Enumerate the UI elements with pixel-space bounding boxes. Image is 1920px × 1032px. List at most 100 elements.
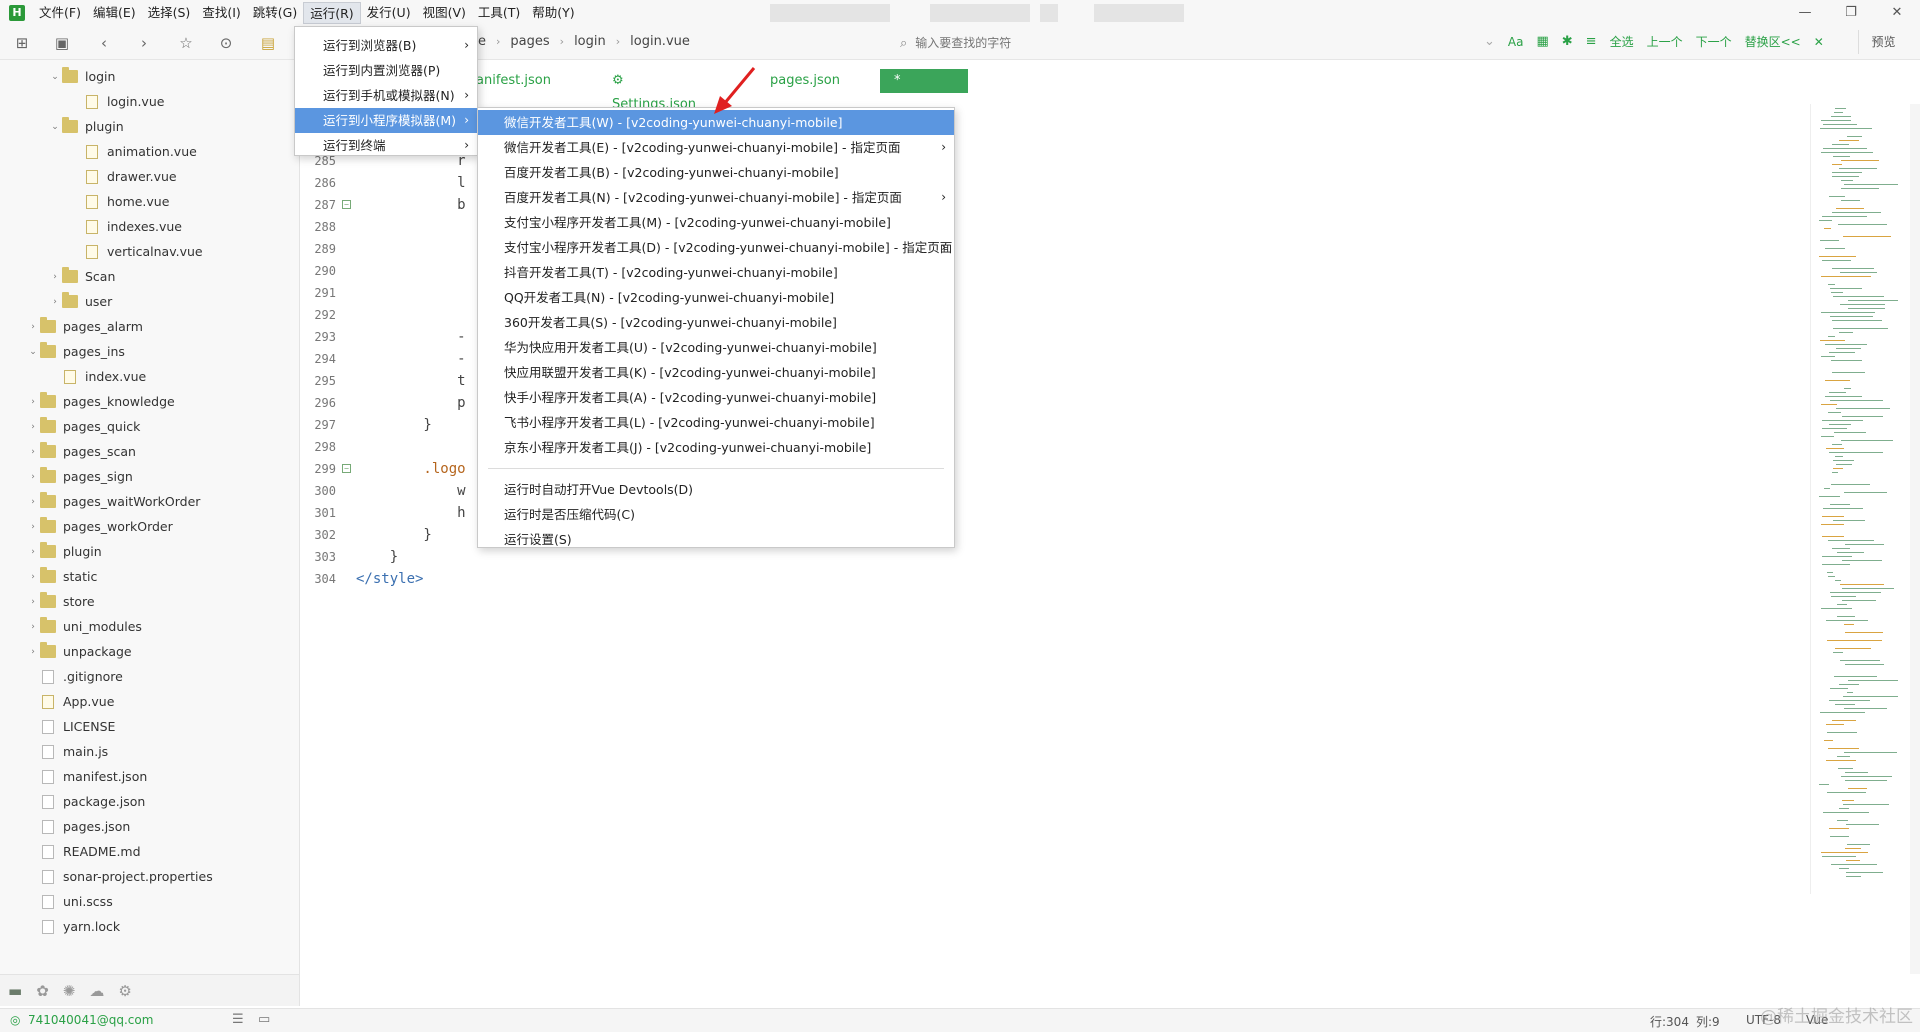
minimap[interactable] <box>1810 104 1910 894</box>
match-case-button[interactable]: Aa <box>1508 35 1524 49</box>
tree-file[interactable]: App.vue <box>26 689 114 714</box>
tree-folder[interactable]: › pages_waitWorkOrder <box>26 489 200 514</box>
close-find-icon[interactable]: ✕ <box>1814 35 1824 49</box>
menu-3[interactable]: 查找(I) <box>196 2 246 24</box>
tab-settings[interactable]: ⚙ Settings.json <box>612 69 696 112</box>
chevron-down-icon[interactable]: ⌄ <box>48 122 62 132</box>
tree-file[interactable]: verticalnav.vue <box>70 239 203 264</box>
tree-folder[interactable]: › pages_alarm <box>26 314 143 339</box>
tree-folder[interactable]: ⌄ pages_ins <box>26 339 125 364</box>
find-next-button[interactable]: 下一个 <box>1696 33 1732 50</box>
mini-program-tool-item[interactable]: 百度开发者工具(B) - [v2coding-yunwei-chuanyi-mo… <box>478 160 954 185</box>
tree-folder[interactable]: › pages_knowledge <box>26 389 175 414</box>
dropdown-icon[interactable]: ⌄ <box>1484 34 1495 49</box>
tree-folder[interactable]: › plugin <box>26 539 102 564</box>
mini-program-tool-item[interactable]: 飞书小程序开发者工具(L) - [v2coding-yunwei-chuanyi… <box>478 410 954 435</box>
project-manager-icon[interactable]: ▬ <box>8 982 22 1000</box>
tree-folder[interactable]: › Scan <box>48 264 115 289</box>
chevron-right-icon[interactable]: › <box>48 297 62 307</box>
tree-file[interactable]: uni.scss <box>26 889 113 914</box>
minimize-icon[interactable]: — <box>1782 0 1828 26</box>
menu-8[interactable]: 工具(T) <box>472 2 526 24</box>
find-prev-button[interactable]: 上一个 <box>1647 33 1683 50</box>
run-option-item[interactable]: 运行时是否压缩代码(C) <box>478 502 954 527</box>
menu-6[interactable]: 发行(U) <box>361 2 417 24</box>
chevron-right-icon[interactable]: › <box>26 622 40 632</box>
tree-file[interactable]: index.vue <box>48 364 146 389</box>
menu-1[interactable]: 编辑(E) <box>87 2 142 24</box>
tree-folder[interactable]: › store <box>26 589 95 614</box>
run-menu-item[interactable]: 运行到浏览器(B) › <box>295 33 477 58</box>
chevron-right-icon[interactable]: › <box>26 572 40 582</box>
tree-folder[interactable]: › pages_sign <box>26 464 133 489</box>
run-option-item[interactable]: 运行时自动打开Vue Devtools(D) <box>478 477 954 502</box>
mini-program-tool-item[interactable]: 抖音开发者工具(T) - [v2coding-yunwei-chuanyi-mo… <box>478 260 954 285</box>
replace-toggle-button[interactable]: 替换区<< <box>1745 33 1801 50</box>
menu-7[interactable]: 视图(V) <box>417 2 472 24</box>
tree-file[interactable]: drawer.vue <box>70 164 177 189</box>
tree-file[interactable]: login.vue <box>70 89 164 114</box>
mini-program-tool-item[interactable]: QQ开发者工具(N) - [v2coding-yunwei-chuanyi-mo… <box>478 285 954 310</box>
mini-program-tool-item[interactable]: 华为快应用开发者工具(U) - [v2coding-yunwei-chuanyi… <box>478 335 954 360</box>
list-icon[interactable]: ☰ <box>232 1012 244 1027</box>
tree-file[interactable]: animation.vue <box>70 139 197 164</box>
close-window-icon[interactable]: ✕ <box>1874 0 1920 26</box>
tree-file[interactable]: .gitignore <box>26 664 123 689</box>
whole-word-icon[interactable]: ▦ <box>1536 34 1548 49</box>
forward-icon[interactable]: › <box>134 33 154 53</box>
new-file-icon[interactable]: ⊞ <box>12 33 32 53</box>
chevron-down-icon[interactable]: ⌄ <box>48 72 62 82</box>
tree-file[interactable]: LICENSE <box>26 714 115 739</box>
breadcrumb-item[interactable]: login.vue <box>630 34 690 49</box>
select-all-button[interactable]: 全选 <box>1610 33 1634 50</box>
debug-icon[interactable]: ✺ <box>63 982 76 1000</box>
find-input[interactable] <box>915 36 1436 50</box>
run-menu-item[interactable]: 运行到手机或模拟器(N) › <box>295 83 477 108</box>
run-option-item[interactable]: 运行设置(S) <box>478 527 954 552</box>
menu-9[interactable]: 帮助(Y) <box>526 2 580 24</box>
breadcrumb-item[interactable]: e <box>478 34 486 49</box>
tab-manifest[interactable]: anifest.json <box>476 69 551 93</box>
tree-file[interactable]: README.md <box>26 839 141 864</box>
tab-login-vue[interactable]: * login.vue <box>880 69 968 112</box>
run-menu-item[interactable]: 运行到终端 › <box>295 133 477 158</box>
vertical-scrollbar[interactable] <box>1910 104 1920 974</box>
star-icon[interactable]: ☆ <box>176 33 196 53</box>
fold-icon[interactable]: − <box>342 464 351 473</box>
tree-folder[interactable]: › static <box>26 564 97 589</box>
mini-program-tool-item[interactable]: 支付宝小程序开发者工具(M) - [v2coding-yunwei-chuany… <box>478 210 954 235</box>
plugin-icon[interactable]: ✿ <box>36 982 49 1000</box>
breadcrumb-item[interactable]: login <box>574 34 606 49</box>
mini-program-tool-item[interactable]: 支付宝小程序开发者工具(D) - [v2coding-yunwei-chuany… <box>478 235 954 260</box>
mini-program-tool-item[interactable]: 360开发者工具(S) - [v2coding-yunwei-chuanyi-m… <box>478 310 954 335</box>
run-icon[interactable]: ⊙ <box>216 33 236 53</box>
tab-pages-json[interactable]: pages.json <box>770 69 840 93</box>
tree-folder[interactable]: ⌄ login <box>48 64 115 89</box>
chevron-right-icon[interactable]: › <box>26 322 40 332</box>
breadcrumb-item[interactable]: pages <box>510 34 549 49</box>
tree-folder[interactable]: › pages_quick <box>26 414 140 439</box>
tree-file[interactable]: sonar-project.properties <box>26 864 213 889</box>
menu-0[interactable]: 文件(F) <box>33 2 87 24</box>
chevron-right-icon[interactable]: › <box>26 447 40 457</box>
run-menu-item[interactable]: 运行到小程序模拟器(M) › <box>295 108 477 133</box>
tree-file[interactable]: main.js <box>26 739 108 764</box>
chevron-right-icon[interactable]: › <box>26 472 40 482</box>
mini-program-tool-item[interactable]: 百度开发者工具(N) - [v2coding-yunwei-chuanyi-mo… <box>478 185 954 210</box>
chevron-right-icon[interactable]: › <box>26 522 40 532</box>
mini-program-tool-item[interactable]: 京东小程序开发者工具(J) - [v2coding-yunwei-chuanyi… <box>478 435 954 460</box>
tree-folder[interactable]: › uni_modules <box>26 614 142 639</box>
run-menu-item[interactable]: 运行到内置浏览器(P) <box>295 58 477 83</box>
mini-program-tool-item[interactable]: 快应用联盟开发者工具(K) - [v2coding-yunwei-chuanyi… <box>478 360 954 385</box>
menu-5[interactable]: 运行(R) <box>303 2 361 24</box>
account-label[interactable]: 741040041@qq.com <box>28 1013 153 1027</box>
tree-folder[interactable]: ⌄ plugin <box>48 114 124 139</box>
chevron-right-icon[interactable]: › <box>48 272 62 282</box>
cloud-icon[interactable]: ☁ <box>89 982 104 1000</box>
chevron-right-icon[interactable]: › <box>26 397 40 407</box>
preview-button[interactable]: 预览 <box>1858 30 1908 54</box>
tree-file[interactable]: home.vue <box>70 189 169 214</box>
menu-4[interactable]: 跳转(G) <box>247 2 303 24</box>
menu-2[interactable]: 选择(S) <box>142 2 197 24</box>
chevron-right-icon[interactable]: › <box>26 647 40 657</box>
